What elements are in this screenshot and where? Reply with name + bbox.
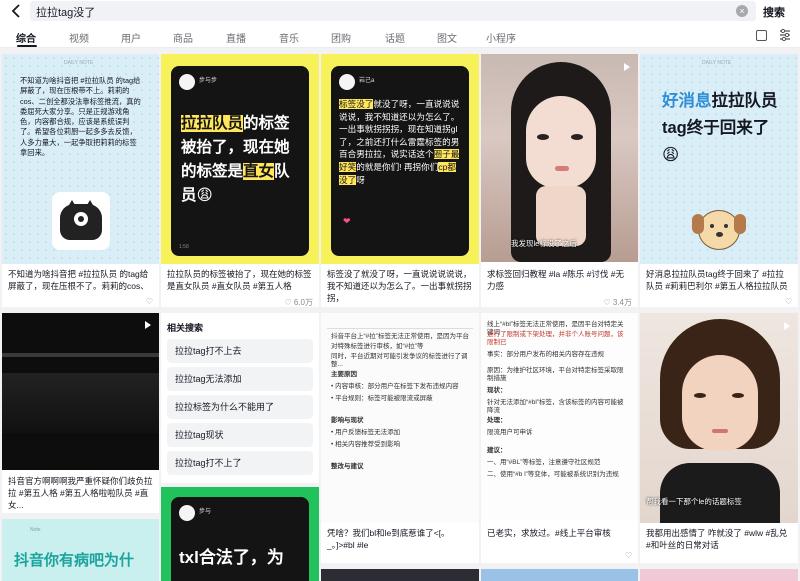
result-card[interactable]: Note 抖音你有病吧为什 [2,519,159,581]
tab-products[interactable]: 商品 [173,30,193,45]
layout-toggle-icon[interactable] [756,30,767,41]
post-big-text: txl合法了，为 [179,548,284,567]
card-caption: 标签没了就没了呀，一直说说说说说，我不知道还以为怎么了。一出事就拐拐拐， [327,269,472,303]
card-caption: 我都用出感情了 咋就没了 #wlw #乱兑 #和叶丝的日常对话 [646,528,788,550]
face [682,355,758,451]
card-image: DAILY NOTE 不知道为啥抖音把 #拉拉队员 的tag给屏蔽了，现在压根带… [2,54,159,264]
post-big-text: 好消息拉拉队员tag终于回来了😩 [662,92,778,164]
card-caption: 凭啥？我们bl和le到底惹谁了<[。_。]>#bl #le [327,528,450,550]
related-search-item[interactable]: 拉拉标签为什么不能用了 [167,395,313,419]
like-count[interactable]: ♡ 6.0万 [284,297,313,307]
category-tabs: 综合 视频 用户 商品 直播 音乐 团购 话题 图文 小程序 [0,22,800,48]
like-count-value: 3.4万 [612,298,632,307]
phone-screen: 步与步 拉拉队员的标签被抬了，现在她的标签是直女队员😩 1:58 [171,66,309,256]
post-big-text: 标签没了就没了呀，一直说说说说说，我不知道还以为怎么了。一出事就拐拐拐，现在知道… [339,99,460,185]
heart-emoji: ❤ [343,216,351,226]
tab-group-buy[interactable]: 团购 [331,30,351,45]
tab-all[interactable]: 综合 [16,30,36,45]
heart-icon[interactable]: ♡ [625,551,632,560]
heart-icon[interactable]: ♡ [785,297,792,306]
note-badge: DAILY NOTE [702,60,732,66]
avatar [179,74,195,90]
result-card[interactable] [481,569,638,581]
post-big-text: 抖音你有病吧为什 [14,552,135,569]
card-caption: 不知道为啥抖音把 #拉拉队员 的tag给屏蔽了，现在压根不了。莉莉的cos、 [8,269,149,291]
card-caption: 抖音官方啊啊啊我严重怀疑你们歧负拉拉 #第五人格 #第五人格啦啦队员 #直女..… [8,476,153,510]
result-card[interactable]: 抖音平台上“#拉”标签无法正常使用，是因为平台 对特殊标签进行审核，如“#拉”等… [321,313,479,563]
top-bar: 拉拉tag没了 × 搜索 [0,0,800,22]
tab-image-text[interactable]: 图文 [437,30,457,45]
clear-icon[interactable]: × [736,5,748,17]
author-name: 步与步 [199,78,218,84]
result-card[interactable]: 我发现le标没了之后 求标签回归教程 #la #陈乐 #讨伐 #无力感 ♡ 3.… [481,54,638,307]
related-search-item[interactable]: 拉拉tag无法添加 [167,367,313,391]
heart-icon[interactable]: ♡ [146,297,153,306]
note-text-block: 不知道为啥抖音把 #拉拉队员 的tag给屏蔽了，现在压根带不上。莉莉的cos、二… [20,76,142,186]
result-card[interactable]: 线上“#bl”标签无法正常使用，是因平台对特定关键词 进行了限制或下架处理，并非… [481,313,638,563]
search-input[interactable]: 拉拉tag没了 × [30,1,756,21]
cat-photo [52,192,110,250]
author-name: 岩己a [359,78,375,84]
like-count[interactable]: ♡ 3.4万 [603,297,632,307]
dog-sticker [692,204,746,254]
play-icon [784,322,790,330]
face [526,96,596,188]
video-thumbnail: 我发现le标没了之后 [481,54,638,262]
results-grid: DAILY NOTE 不知道为啥抖音把 #拉拉队员 的tag给屏蔽了，现在压根带… [0,49,800,581]
tab-music[interactable]: 音乐 [279,30,299,45]
document-screenshot: 线上“#bl”标签无法正常使用，是因平台对特定关键词 进行了限制或下架处理，并非… [481,313,638,521]
video-thumbnail [2,313,159,470]
video-caption: 我发现le标没了之后 [511,239,577,248]
card-caption: 已老实，求放过。#线上平台审核 [487,528,611,538]
video-caption: 帮我看一下那个le的话题标签 [646,497,742,506]
filter-icon[interactable] [779,28,791,47]
result-card[interactable]: DAILY NOTE 不知道为啥抖音把 #拉拉队员 的tag给屏蔽了，现在压根带… [2,54,159,307]
related-search-item[interactable]: 拉拉tag现状 [167,423,313,447]
related-search-item[interactable]: 拉拉tag打不上去 [167,339,313,363]
post-big-text: 拉拉队员的标签被抬了，现在她的标签是直女队员😩 [181,115,290,204]
card-caption: 好消息拉拉队员tag终于回来了 #拉拉队员 #莉莉巴利尔 #第五人格拉拉队员 [646,269,788,291]
note-badge: DAILY NOTE [64,60,94,66]
card-image: DAILY NOTE 好消息拉拉队员tag终于回来了😩 [640,54,798,264]
search-button[interactable]: 搜索 [763,4,785,20]
back-arrow-icon[interactable] [10,3,24,19]
like-count-value: 6.0万 [293,298,313,307]
tab-topics[interactable]: 话题 [385,30,405,45]
tab-mini-program[interactable]: 小程序 [486,30,516,45]
play-icon [145,321,151,329]
result-card[interactable]: 帮我看一下那个le的话题标签 我都用出感情了 咋就没了 #wlw #乱兑 #和叶… [640,313,798,563]
result-card[interactable]: 岩己a 标签没了就没了呀，一直说说说说说，我不知道还以为怎么了。一出事就拐拐拐，… [321,54,479,307]
avatar [339,74,355,90]
video-thumbnail: 帮我看一下那个le的话题标签 [640,313,798,523]
card-caption: 求标签回归教程 #la #陈乐 #讨伐 #无力感 [487,269,624,291]
result-card[interactable]: 抖音官方啊啊啊我严重怀疑你们歧负拉拉 #第五人格 #第五人格啦啦队员 #直女..… [2,313,159,513]
result-card[interactable]: DAILY NOTE 好消息拉拉队员tag终于回来了😩 好消息拉拉队员tag终于… [640,54,798,307]
result-card[interactable]: 步与 txl合法了，为 [161,487,319,581]
author-name: 步与 [199,509,212,515]
active-tab-indicator [17,45,37,47]
play-icon [624,63,630,71]
related-searches-title: 相关搜索 [167,323,204,333]
result-card[interactable] [640,569,798,581]
tab-video[interactable]: 视频 [69,30,89,45]
result-card[interactable]: 步与步 拉拉队员的标签被抬了，现在她的标签是直女队员😩 1:58 拉拉队员的标签… [161,54,319,307]
tab-users[interactable]: 用户 [121,30,141,45]
tab-live[interactable]: 直播 [226,30,246,45]
document-screenshot: 抖音平台上“#拉”标签无法正常使用，是因为平台 对特殊标签进行审核，如“#拉”等… [321,313,479,523]
card-image: 岩己a 标签没了就没了呀，一直说说说说说，我不知道还以为怎么了。一出事就拐拐拐，… [321,54,479,264]
avatar [179,505,195,521]
result-card[interactable] [321,569,479,581]
phone-screen: 岩己a 标签没了就没了呀，一直说说说说说，我不知道还以为怎么了。一出事就拐拐拐，… [331,66,469,256]
related-search-item[interactable]: 拉拉tag打不上了 [167,451,313,475]
phone-screen: 步与 txl合法了，为 [171,497,309,581]
search-query: 拉拉tag没了 [36,7,96,19]
related-searches: 相关搜索 拉拉tag打不上去 拉拉tag无法添加 拉拉标签为什么不能用了 拉拉t… [161,313,319,483]
card-image: 步与步 拉拉队员的标签被抬了，现在她的标签是直女队员😩 1:58 [161,54,319,264]
note-text: 不知道为啥抖音把 #拉拉队员 的tag给屏蔽了，现在压根带不上。莉莉的cos、二… [20,76,141,158]
card-caption: 拉拉队员的标签被抬了，现在她的标签是直女队员 #直女队员 #第五人格 [167,269,312,291]
